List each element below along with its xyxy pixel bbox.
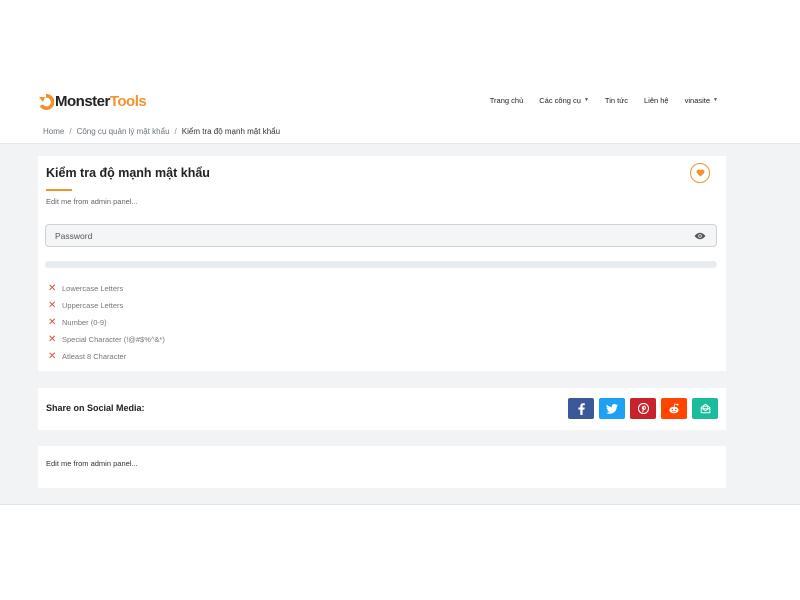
requirement-label: Lowercase Letters	[62, 284, 124, 293]
info-text: Edit me from admin panel...	[46, 459, 138, 468]
requirement-label: Number (0-9)	[62, 318, 107, 327]
twitter-icon	[606, 403, 618, 414]
title-underline	[46, 189, 72, 191]
requirement-uppercase: ✕ Uppercase Letters	[48, 297, 165, 314]
password-strength-card: Kiểm tra độ mạnh mật khẩu Edit me from a…	[38, 156, 726, 371]
share-card: Share on Social Media:	[38, 388, 726, 430]
eye-icon[interactable]	[694, 231, 706, 241]
share-buttons	[568, 398, 718, 419]
nav-item-contact[interactable]: Liên hệ	[644, 96, 669, 105]
requirement-lowercase: ✕ Lowercase Letters	[48, 280, 165, 297]
breadcrumb-password-tools[interactable]: Công cụ quản lý mật khẩu	[77, 127, 170, 136]
requirement-label: Atleast 8 Character	[62, 352, 127, 361]
nav-item-label: Tin tức	[604, 95, 628, 105]
breadcrumb: Home / Công cụ quản lý mật khẩu / Kiểm t…	[0, 120, 800, 144]
nav-item-home[interactable]: Trang chủ	[490, 96, 524, 105]
share-label: Share on Social Media:	[46, 403, 145, 413]
requirement-label: Special Character (!@#$%^&*)	[62, 335, 165, 344]
main-nav: Trang chủ Các công cụ ▼ Tin tức Liên hệ v…	[474, 80, 718, 120]
nav-item-label: vinasite	[684, 95, 711, 105]
nav-item-news[interactable]: Tin tức	[605, 96, 628, 105]
facebook-icon	[577, 402, 585, 415]
tool-description: Edit me from admin panel...	[46, 197, 138, 206]
logo-text: MonsterTools	[55, 92, 147, 112]
favorite-button[interactable]	[690, 163, 710, 183]
reddit-icon	[669, 403, 679, 414]
monster-logo-icon	[39, 93, 54, 110]
breadcrumb-separator: /	[69, 127, 72, 136]
nav-item-label: Các công cụ	[539, 95, 581, 105]
cross-icon: ✕	[48, 316, 57, 328]
content-area: Kiểm tra độ mạnh mật khẩu Edit me from a…	[0, 144, 800, 505]
nav-item-label: Liên hệ	[644, 95, 669, 105]
page-title: Kiểm tra độ mạnh mật khẩu	[46, 166, 210, 180]
caret-down-icon: ▼	[583, 97, 589, 103]
caret-down-icon: ▼	[713, 97, 718, 103]
heart-icon	[696, 169, 704, 177]
share-reddit-button[interactable]	[661, 398, 687, 419]
password-field	[45, 224, 717, 247]
breadcrumb-home[interactable]: Home	[43, 127, 64, 136]
info-card: Edit me from admin panel...	[38, 446, 726, 488]
page: MonsterTools Trang chủ Các công cụ ▼ Tin …	[0, 80, 800, 505]
mail-icon	[700, 403, 710, 414]
requirement-label: Uppercase Letters	[62, 301, 124, 310]
logo-text-main: Monster	[55, 93, 110, 110]
share-pinterest-button[interactable]	[630, 398, 656, 419]
cross-icon: ✕	[48, 333, 57, 345]
requirements-list: ✕ Lowercase Letters ✕ Uppercase Letters ✕ N…	[48, 280, 165, 365]
cross-icon: ✕	[48, 299, 57, 311]
nav-item-tools[interactable]: Các công cụ ▼	[539, 96, 589, 105]
cross-icon: ✕	[48, 282, 57, 294]
nav-item-user[interactable]: vinasite ▼	[685, 96, 718, 105]
share-facebook-button[interactable]	[568, 398, 594, 419]
share-email-button[interactable]	[692, 398, 718, 419]
pinterest-icon	[637, 403, 649, 414]
requirement-length: ✕ Atleast 8 Character	[48, 348, 165, 365]
strength-meter	[45, 261, 717, 268]
share-twitter-button[interactable]	[599, 398, 625, 419]
breadcrumb-separator: /	[174, 127, 177, 136]
logo-text-accent: Tools	[109, 93, 147, 110]
requirement-special: ✕ Special Character (!@#$%^&*)	[48, 331, 165, 348]
nav-item-label: Trang chủ	[489, 95, 524, 105]
logo[interactable]: MonsterTools	[38, 92, 147, 112]
cross-icon: ✕	[48, 350, 57, 362]
requirement-number: ✕ Number (0-9)	[48, 314, 165, 331]
navbar: MonsterTools Trang chủ Các công cụ ▼ Tin …	[0, 80, 800, 121]
password-input[interactable]	[46, 225, 686, 246]
breadcrumb-current: Kiểm tra độ mạnh mật khẩu	[181, 127, 281, 136]
